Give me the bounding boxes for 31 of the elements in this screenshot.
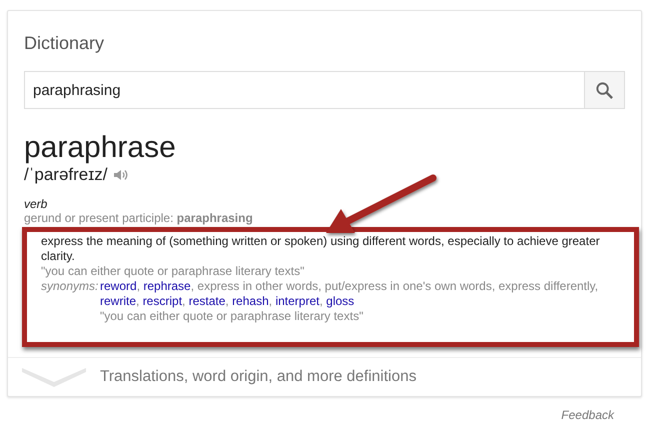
pronunciation: /ˈparəfreɪz/ xyxy=(24,165,108,185)
speaker-icon[interactable] xyxy=(112,168,128,182)
example-text: "you can either quote or paraphrase literary texts" xyxy=(41,264,306,279)
headword: paraphrase xyxy=(24,131,177,165)
inflection-text: gerund or present participle: paraphrasing xyxy=(24,211,254,225)
synonym-link[interactable]: gloss xyxy=(326,294,354,308)
synonym-link[interactable]: rephrase xyxy=(143,279,191,293)
synonym-text: , xyxy=(136,279,142,293)
synonym-text: , xyxy=(319,294,324,308)
synonym-link[interactable]: restate xyxy=(188,294,226,308)
search-field[interactable]: paraphrasing xyxy=(24,71,584,109)
synonym-text: , xyxy=(225,294,230,308)
synonym-text: , xyxy=(268,294,274,308)
example-text: "you can either quote or paraphrase literary texts" xyxy=(100,309,364,324)
synonym-text: , xyxy=(136,294,140,308)
synonym-text: , express in other words, put/express in one's own words, express differently, xyxy=(190,279,598,293)
chevron-down-icon xyxy=(22,366,86,388)
synonym-text: , xyxy=(182,294,186,308)
definition-text: express the meaning of (something written or spoken) using different words, especially to achieve greater clarity. xyxy=(41,234,601,264)
card-title: Dictionary xyxy=(24,33,106,54)
more-definitions-bar[interactable]: Translations, word origin, and more definitions xyxy=(8,357,641,396)
synonym-link[interactable]: rehash xyxy=(232,294,269,308)
synonyms-label: synonyms: xyxy=(41,279,100,295)
synonym-link[interactable]: rescript xyxy=(142,294,182,308)
part-of-speech: verb xyxy=(24,197,48,211)
synonym-link[interactable]: interpret xyxy=(275,294,320,308)
synonym-link[interactable]: rewrite xyxy=(100,294,136,308)
search-icon xyxy=(595,80,614,100)
search-button[interactable] xyxy=(584,71,625,109)
synonym-link[interactable]: reword xyxy=(100,279,137,293)
feedback-link[interactable]: Feedback xyxy=(561,408,614,422)
